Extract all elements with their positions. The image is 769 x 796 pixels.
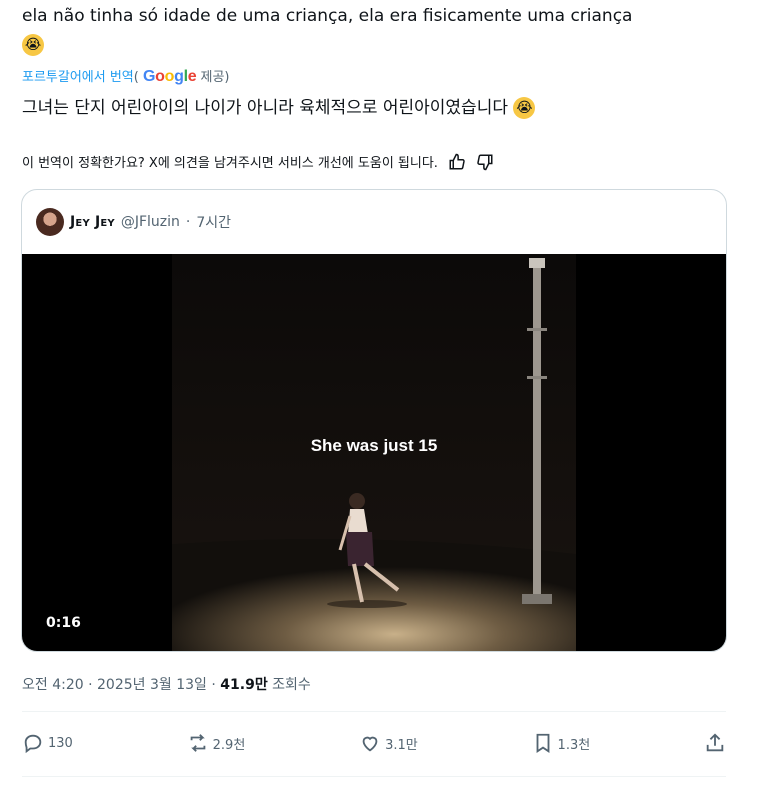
quoted-author-name[interactable]: Jey Jey	[70, 214, 115, 230]
share-button[interactable]	[704, 732, 726, 754]
avatar[interactable]	[36, 208, 64, 236]
feedback-prompt: 이 번역이 정확한가요? X에 의견을 남겨주시면 서비스 개선에 도움이 됩니…	[22, 156, 438, 171]
thumbs-up-icon[interactable]	[448, 153, 466, 171]
video-duration: 0:16	[46, 615, 81, 631]
post-date[interactable]: 2025년 3월 13일	[97, 677, 207, 693]
repost-icon	[190, 734, 205, 752]
share-icon	[706, 733, 724, 752]
bookmark-count: 1.3천	[557, 737, 591, 753]
post-meta: 오전 4:20 · 2025년 3월 13일 · 41.9만 조회수	[22, 674, 311, 694]
translated-by-open-paren: (	[133, 70, 139, 85]
translated-by-line: 포르투갈어에서 번역( Google 제공)	[22, 66, 230, 86]
divider	[22, 711, 726, 712]
header-separator: ·	[185, 214, 191, 230]
translated-by-suffix: 제공)	[200, 70, 230, 85]
bookmark-button[interactable]: 1.3천	[532, 732, 591, 754]
quoted-post-card[interactable]: Jey Jey @JFluzin · 7시간 She was just 15 0…	[21, 189, 727, 652]
like-button[interactable]: 3.1만	[359, 732, 418, 754]
meta-separator: ·	[211, 677, 216, 693]
like-count: 3.1만	[385, 737, 418, 753]
meta-separator: ·	[88, 677, 93, 693]
view-count: 41.9만	[220, 677, 268, 693]
crying-emoji: 😭	[22, 34, 44, 56]
repost-button[interactable]: 2.9천	[187, 732, 246, 754]
action-bar: 130 2.9천 3.1만 1.3천	[22, 732, 726, 754]
quoted-post-header: Jey Jey @JFluzin · 7시간	[22, 190, 726, 254]
reply-icon	[24, 734, 42, 754]
translation-source-link[interactable]: 포르투갈어에서 번역	[22, 70, 134, 85]
crying-face-icon: 😭	[22, 34, 44, 56]
reply-count: 130	[48, 735, 73, 751]
post-original-text: ela não tinha só idade de uma criança, e…	[22, 6, 633, 26]
bookmark-icon	[536, 733, 549, 753]
divider	[22, 776, 726, 777]
translated-text-body: 그녀는 단지 어린아이의 나이가 아니라 육체적으로 어린아이였습니다	[22, 98, 508, 118]
translation-feedback: 이 번역이 정확한가요? X에 의견을 남겨주시면 서비스 개선에 도움이 됩니…	[22, 152, 494, 171]
quoted-author-handle[interactable]: @JFluzin	[121, 214, 180, 230]
view-label: 조회수	[272, 677, 311, 693]
video-caption: She was just 15	[310, 436, 438, 455]
heart-icon	[362, 736, 378, 752]
google-logo: Google	[143, 68, 197, 85]
crying-face-icon: 😭	[513, 97, 536, 119]
post-translated-text: 그녀는 단지 어린아이의 나이가 아니라 육체적으로 어린아이였습니다 😭	[22, 95, 536, 121]
quoted-post-time[interactable]: 7시간	[196, 212, 231, 232]
reply-button[interactable]: 130	[22, 732, 73, 754]
video-player[interactable]: She was just 15 0:16	[22, 254, 726, 651]
thumbs-down-icon[interactable]	[476, 153, 494, 171]
repost-count: 2.9천	[212, 737, 246, 753]
post-time[interactable]: 오전 4:20	[22, 677, 84, 693]
